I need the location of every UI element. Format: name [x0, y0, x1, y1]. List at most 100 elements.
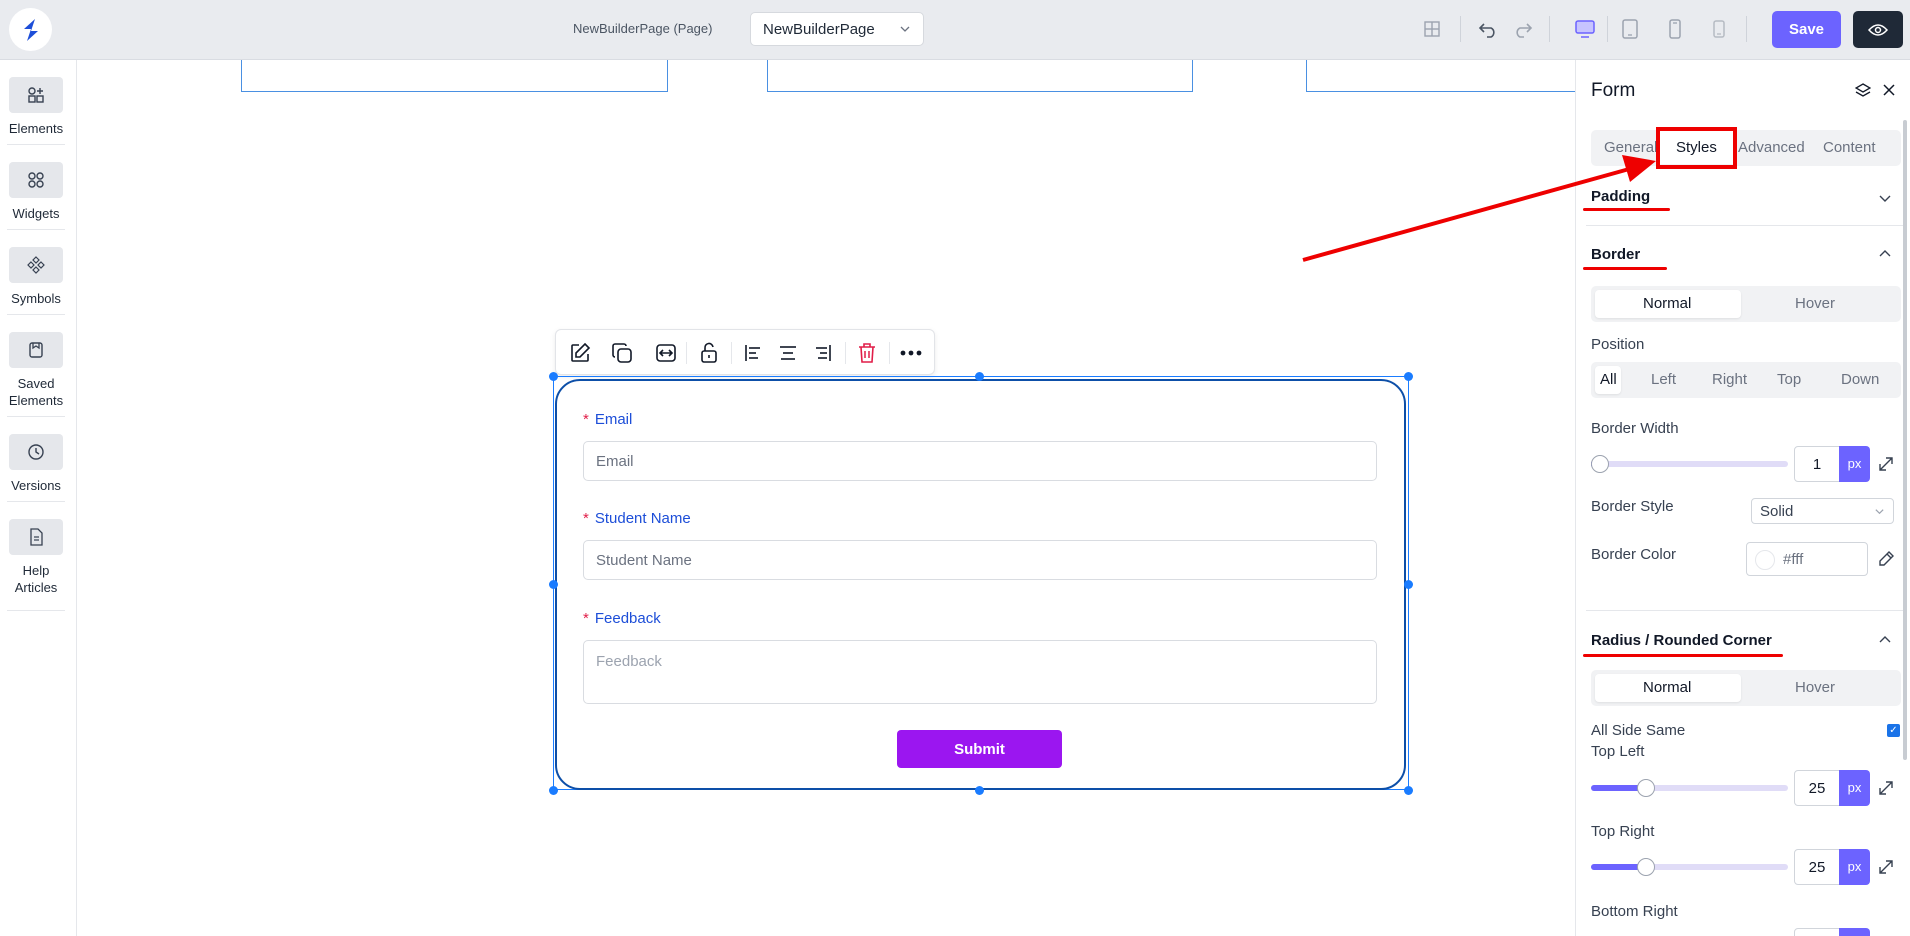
resize-handle[interactable] — [975, 372, 984, 381]
position-right[interactable]: Right — [1712, 371, 1747, 388]
redo-icon[interactable] — [1511, 17, 1535, 41]
slider-knob[interactable] — [1637, 858, 1655, 876]
radius-hover-option[interactable]: Hover — [1795, 679, 1835, 696]
unit-select[interactable] — [1839, 928, 1870, 936]
resize-handle[interactable] — [1404, 786, 1413, 795]
position-down[interactable]: Down — [1841, 371, 1879, 388]
more-options-icon[interactable] — [899, 341, 923, 365]
section-box[interactable] — [1306, 60, 1575, 92]
position-left[interactable]: Left — [1651, 371, 1676, 388]
border-normal-option[interactable]: Normal — [1643, 295, 1691, 312]
padding-section-title[interactable]: Padding — [1591, 188, 1650, 205]
edit-icon[interactable] — [568, 341, 592, 365]
section-box[interactable] — [767, 60, 1193, 92]
layers-icon[interactable] — [1853, 80, 1873, 100]
unit-select[interactable]: px — [1839, 849, 1870, 885]
sidebar-item-versions[interactable]: Versions — [7, 434, 65, 494]
position-all[interactable]: All — [1600, 371, 1617, 388]
app-logo[interactable] — [9, 8, 52, 51]
chevron-down-icon — [900, 26, 910, 32]
expand-icon[interactable] — [1876, 778, 1896, 798]
student-name-label: * Student Name — [583, 510, 691, 527]
feedback-label: * Feedback — [583, 610, 661, 627]
email-label: * Email — [583, 411, 633, 428]
sidebar-item-elements[interactable]: Elements — [7, 77, 65, 137]
elements-icon — [28, 87, 44, 103]
border-width-slider[interactable] — [1591, 455, 1788, 473]
desktop-view-icon[interactable] — [1573, 17, 1597, 41]
color-swatch[interactable] — [1755, 550, 1775, 570]
undo-icon[interactable] — [1476, 17, 1500, 41]
top-right-input[interactable]: 25 — [1794, 849, 1840, 885]
tab-general[interactable]: General — [1604, 139, 1657, 156]
all-side-same-label: All Side Same — [1591, 722, 1686, 739]
resize-handle[interactable] — [1404, 580, 1413, 589]
resize-handle[interactable] — [549, 372, 558, 381]
border-section-title[interactable]: Border — [1591, 246, 1640, 263]
email-input[interactable]: Email — [583, 441, 1377, 481]
preview-button[interactable] — [1853, 11, 1903, 48]
sidebar-item-saved-elements[interactable]: Saved Elements — [7, 332, 65, 409]
grid-icon[interactable] — [1420, 17, 1444, 41]
resize-handle[interactable] — [1404, 372, 1413, 381]
duplicate-icon[interactable] — [610, 341, 634, 365]
sidebar-label: Widgets — [12, 206, 60, 221]
bottom-right-input[interactable] — [1794, 928, 1840, 936]
tab-content[interactable]: Content — [1823, 139, 1876, 156]
sidebar-item-widgets[interactable]: Widgets — [7, 162, 65, 222]
chevron-down-icon[interactable] — [1878, 191, 1892, 205]
top-right-slider[interactable] — [1591, 858, 1788, 876]
expand-icon[interactable] — [1876, 454, 1896, 474]
border-style-select[interactable]: Solid — [1751, 498, 1894, 524]
section-box[interactable] — [241, 60, 668, 92]
stretch-width-icon[interactable] — [654, 341, 678, 365]
student-name-input[interactable]: Student Name — [583, 540, 1377, 580]
expand-icon[interactable] — [1876, 857, 1896, 877]
panel-scrollbar[interactable] — [1903, 120, 1907, 760]
unit-select[interactable]: px — [1839, 446, 1870, 482]
top-left-label: Top Left — [1591, 743, 1645, 760]
radius-section-title[interactable]: Radius / Rounded Corner — [1591, 632, 1772, 649]
border-style-label: Border Style — [1591, 498, 1674, 515]
position-top[interactable]: Top — [1777, 371, 1801, 388]
resize-handle[interactable] — [975, 786, 984, 795]
delete-icon[interactable] — [855, 341, 879, 365]
chevron-up-icon[interactable] — [1878, 633, 1892, 647]
symbols-icon — [27, 256, 45, 274]
close-icon[interactable] — [1879, 80, 1899, 100]
border-hover-option[interactable]: Hover — [1795, 295, 1835, 312]
sidebar-item-help-articles[interactable]: Help Articles — [7, 519, 65, 596]
chevron-up-icon[interactable] — [1878, 247, 1892, 261]
resize-handle[interactable] — [549, 786, 558, 795]
tablet-view-icon[interactable] — [1618, 17, 1642, 41]
sidebar-label: Elements — [8, 121, 64, 136]
annotation-underline — [1583, 267, 1667, 270]
align-right-icon[interactable] — [811, 341, 835, 365]
unlock-icon[interactable] — [697, 341, 721, 365]
submit-button[interactable]: Submit — [897, 730, 1062, 768]
help-articles-icon — [30, 528, 43, 546]
page-select-value: NewBuilderPage — [763, 21, 875, 38]
border-color-input[interactable]: #fff — [1746, 542, 1868, 576]
align-left-icon[interactable] — [741, 341, 765, 365]
resize-handle[interactable] — [549, 580, 558, 589]
top-left-input[interactable]: 25 — [1794, 770, 1840, 806]
eyedropper-icon[interactable] — [1876, 549, 1896, 569]
top-bar: NewBuilderPage (Page) NewBuilderPage Sav… — [0, 0, 1910, 60]
border-width-input[interactable]: 1 — [1794, 446, 1840, 482]
mobile-view-icon[interactable] — [1663, 17, 1687, 41]
all-side-same-checkbox[interactable]: ✓ — [1887, 724, 1900, 737]
save-button[interactable]: Save — [1772, 11, 1841, 48]
page-select[interactable]: NewBuilderPage — [750, 12, 924, 46]
feedback-textarea[interactable]: Feedback — [583, 640, 1377, 704]
small-mobile-view-icon[interactable] — [1707, 17, 1731, 41]
slider-knob[interactable] — [1591, 455, 1609, 473]
align-center-icon[interactable] — [776, 341, 800, 365]
sidebar-item-symbols[interactable]: Symbols — [7, 247, 65, 307]
top-left-slider[interactable] — [1591, 779, 1788, 797]
annotation-underline — [1583, 208, 1670, 211]
tab-advanced[interactable]: Advanced — [1738, 139, 1805, 156]
radius-normal-option[interactable]: Normal — [1643, 679, 1691, 696]
slider-knob[interactable] — [1637, 779, 1655, 797]
unit-select[interactable]: px — [1839, 770, 1870, 806]
